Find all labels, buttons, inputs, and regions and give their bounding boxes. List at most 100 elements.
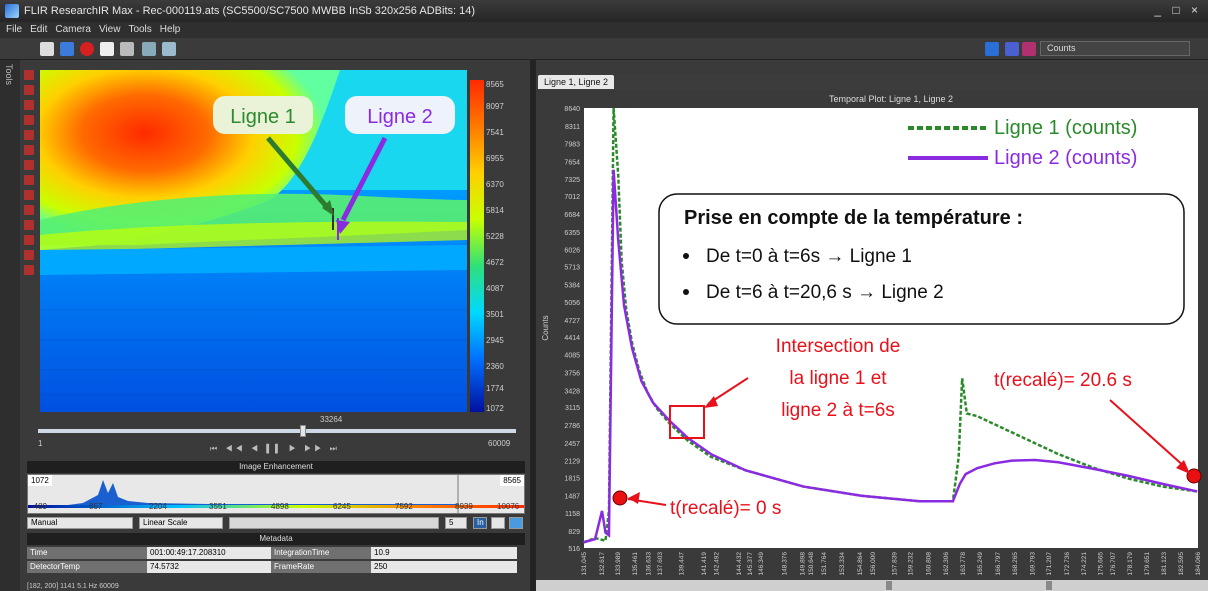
roi-tool-icons <box>22 68 36 348</box>
window-controls[interactable]: _ □ × <box>1154 3 1202 17</box>
tab-ligne1-ligne2[interactable]: Ligne 1, Ligne 2 <box>538 75 615 89</box>
delete-tool-icon[interactable] <box>24 205 34 215</box>
end-marker <box>1186 468 1202 484</box>
y-tick-label: 8311 <box>565 124 580 131</box>
meta-key: DetectorTemp <box>27 561 147 573</box>
histo-tick: 2204 <box>149 502 167 511</box>
scale-select[interactable]: Linear Scale <box>139 517 223 529</box>
color-icon[interactable] <box>1022 42 1036 56</box>
menu-tools[interactable]: Tools <box>128 22 151 38</box>
histogram-ticks: -489 857 2204 3551 4898 6245 7592 8939 1… <box>27 502 525 514</box>
temporal-plot-panel: Temporal Plot: Ligne 1, Ligne 2 8640 8311 7… <box>536 90 1208 591</box>
histogram-high[interactable]: 8565 <box>500 475 524 486</box>
y-tick-label: 4414 <box>564 335 580 342</box>
y-tick-label: 2786 <box>564 423 580 430</box>
polygon-tool-icon[interactable] <box>24 130 34 140</box>
frame-slider[interactable] <box>38 429 516 433</box>
y-tick-label: 2457 <box>564 441 580 448</box>
temporal-plot[interactable]: Temporal Plot: Ligne 1, Ligne 2 8640 8311 7… <box>536 90 1208 591</box>
lock-button-icon[interactable] <box>491 517 505 529</box>
settings-icon[interactable] <box>120 42 134 56</box>
scale-label: 1774 <box>486 384 504 393</box>
scale-label: 7541 <box>486 128 504 137</box>
x-tick-label: 176.707 <box>1110 552 1117 576</box>
ellipse-tool-icon[interactable] <box>24 115 34 125</box>
scale-label: 8097 <box>486 102 504 111</box>
menu-bar: File Edit Camera View Tools Help <box>0 22 1208 38</box>
copy-tool-icon[interactable] <box>24 220 34 230</box>
line-tool-icon[interactable] <box>24 85 34 95</box>
menu-view[interactable]: View <box>99 22 121 38</box>
frame-icon[interactable] <box>100 42 114 56</box>
scale-label: 4672 <box>486 258 504 267</box>
level-in-button[interactable]: In <box>473 517 487 529</box>
scale-label: 2945 <box>486 336 504 345</box>
export-icon[interactable] <box>142 42 156 56</box>
zoom-tool-icon[interactable] <box>24 160 34 170</box>
y-tick-label: 516 <box>568 546 580 553</box>
plot-area <box>584 108 1198 548</box>
frame-slider-thumb[interactable] <box>299 425 306 437</box>
scale-label: 5228 <box>486 232 504 241</box>
paste-tool-icon[interactable] <box>24 235 34 245</box>
x-tick-label: 154.864 <box>857 552 864 576</box>
histo-tick: 10076 <box>497 502 520 511</box>
chart-title: Temporal Plot: Ligne 1, Ligne 2 <box>829 94 953 104</box>
camera-icon[interactable] <box>60 42 74 56</box>
measure-tool-icon[interactable] <box>24 190 34 200</box>
level-slider[interactable] <box>229 517 439 529</box>
frame-max: 60009 <box>488 439 511 448</box>
level-value[interactable]: 5 <box>445 517 467 529</box>
palette-icon[interactable] <box>985 42 999 56</box>
menu-help[interactable]: Help <box>160 22 181 38</box>
y-tick-label: 4727 <box>564 318 580 325</box>
scale-label: 2360 <box>486 362 504 371</box>
y-tick-label: 7654 <box>564 159 580 166</box>
scale-label: 1072 <box>486 404 504 413</box>
tools-strip[interactable]: Tools <box>0 60 20 591</box>
record-mode-icon[interactable] <box>40 42 54 56</box>
histo-tick: 3551 <box>209 502 227 511</box>
thermal-image-view[interactable]: Ligne 1 Ligne 2 <box>40 70 467 412</box>
metadata-row: Time 001:00:49:17.208310 IntegrationTime… <box>27 547 525 559</box>
menu-file[interactable]: File <box>6 22 22 38</box>
histogram-low[interactable]: 1072 <box>28 475 52 486</box>
metadata-header: Metadata <box>27 533 525 545</box>
histo-tick: 6245 <box>333 502 351 511</box>
x-tick-label: 184.066 <box>1195 552 1202 576</box>
enhancement-controls: Manual Linear Scale 5 In <box>27 515 525 531</box>
meta-key: FrameRate <box>271 561 371 573</box>
intersection-label: la ligne 1 et <box>789 368 887 389</box>
y-tick-label: 5713 <box>564 265 580 272</box>
meta-value: 74.5732 <box>147 561 271 573</box>
flir-logo-icon <box>5 4 19 18</box>
import-icon[interactable] <box>162 42 176 56</box>
graph-icon[interactable] <box>1005 42 1019 56</box>
x-tick-label: 146.349 <box>758 552 765 576</box>
x-tick-label: 153.334 <box>839 552 846 576</box>
x-tick-label: 172.736 <box>1064 552 1071 576</box>
mode-select[interactable]: Manual <box>27 517 133 529</box>
playback-controls[interactable]: ⏮ ◀◀ ◀ ▌▌ ▶ ▶▶ ⏭ <box>210 444 340 454</box>
scale-label: 3501 <box>486 310 504 319</box>
tools-strip-label: Tools <box>4 64 14 86</box>
x-tick-label: 144.432 <box>736 552 743 576</box>
auto-button-icon[interactable] <box>509 517 523 529</box>
lock-tool-icon[interactable] <box>24 250 34 260</box>
x-tick-label: 145.377 <box>747 552 754 576</box>
units-select[interactable]: Counts <box>1040 41 1190 56</box>
record-button-icon[interactable] <box>80 42 94 56</box>
y-tick-label: 5384 <box>564 282 580 289</box>
pointer-tool-icon[interactable] <box>24 70 34 80</box>
plot-scrollbar <box>536 580 1208 591</box>
spot-tool-icon[interactable] <box>24 145 34 155</box>
x-tick-label: 151.764 <box>821 552 828 576</box>
rect-tool-icon[interactable] <box>24 100 34 110</box>
pan-tool-icon[interactable] <box>24 175 34 185</box>
menu-edit[interactable]: Edit <box>30 22 47 38</box>
menu-camera[interactable]: Camera <box>55 22 91 38</box>
main-toolbar: Counts <box>0 38 1208 60</box>
info-tool-icon[interactable] <box>24 265 34 275</box>
y-tick-label: 5056 <box>564 300 580 307</box>
scale-label: 4087 <box>486 284 504 293</box>
